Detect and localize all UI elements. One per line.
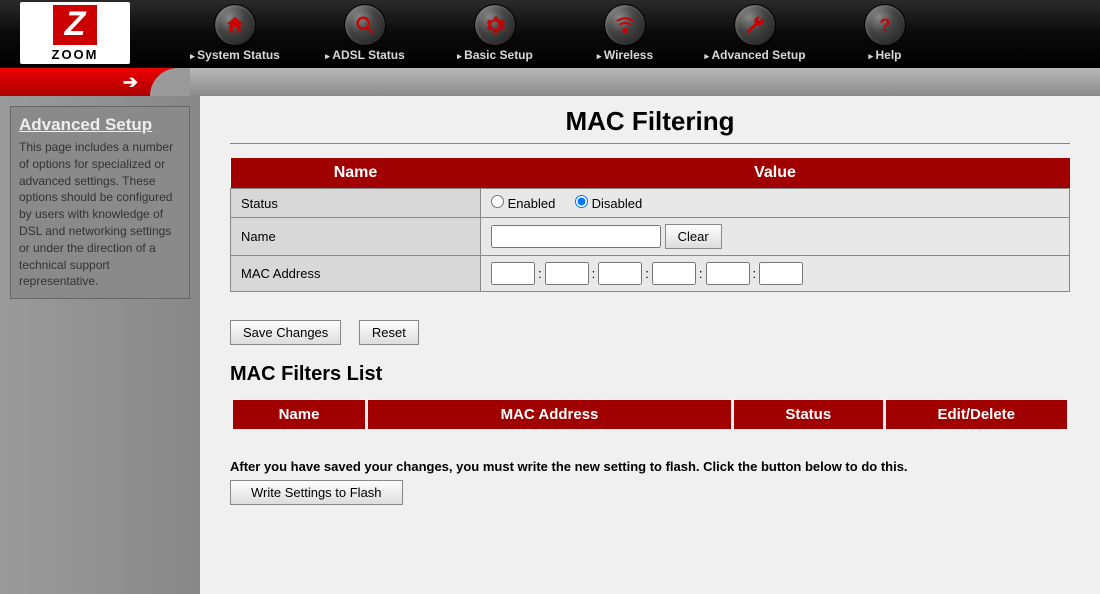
mac-seg-4[interactable] <box>652 262 696 285</box>
name-input[interactable] <box>491 225 661 248</box>
list-col-status: Status <box>734 400 883 429</box>
filters-list-table: Name MAC Address Status Edit/Delete <box>230 400 1070 429</box>
save-button[interactable]: Save Changes <box>230 320 341 345</box>
action-buttons: Save Changes Reset <box>230 320 1070 345</box>
status-radio-group: Enabled Disabled <box>481 189 1070 218</box>
sidebar: Advanced Setup This page includes a numb… <box>0 96 200 594</box>
gear-icon <box>474 4 516 46</box>
row-label-mac: MAC Address <box>231 256 481 292</box>
svg-text:?: ? <box>879 14 890 35</box>
name-cell: Clear <box>481 218 1070 256</box>
write-flash-button[interactable]: Write Settings to Flash <box>230 480 403 505</box>
config-table: Name Value Status Enabled Disabled Name … <box>230 158 1070 292</box>
status-disabled-option[interactable]: Disabled <box>575 196 642 211</box>
list-col-mac: MAC Address <box>368 400 731 429</box>
mac-seg-3[interactable] <box>598 262 642 285</box>
logo-text: ZOOM <box>52 47 99 62</box>
home-icon <box>214 4 256 46</box>
logo: Z ZOOM <box>20 2 130 64</box>
mac-seg-5[interactable] <box>706 262 750 285</box>
flash-instruction: After you have saved your changes, you m… <box>230 459 1070 474</box>
nav-basic-setup[interactable]: Basic Setup <box>430 4 560 62</box>
status-enabled-option[interactable]: Enabled <box>491 196 555 211</box>
mac-seg-2[interactable] <box>545 262 589 285</box>
status-disabled-radio[interactable] <box>575 195 588 208</box>
row-label-status: Status <box>231 189 481 218</box>
wrench-icon <box>734 4 776 46</box>
search-icon <box>344 4 386 46</box>
status-enabled-radio[interactable] <box>491 195 504 208</box>
list-col-name: Name <box>233 400 365 429</box>
nav-advanced-setup[interactable]: Advanced Setup <box>690 4 820 62</box>
help-icon: ? <box>864 4 906 46</box>
top-nav-bar: Z ZOOM System Status ADSL Status Basic S… <box>0 0 1100 68</box>
mac-seg-6[interactable] <box>759 262 803 285</box>
sidebar-description: This page includes a number of options f… <box>19 139 181 290</box>
sidebar-title: Advanced Setup <box>19 115 181 135</box>
nav-adsl-status[interactable]: ADSL Status <box>300 4 430 62</box>
wifi-icon <box>604 4 646 46</box>
nav-help[interactable]: ? Help <box>820 4 950 62</box>
filters-list-title: MAC Filters List <box>230 363 1070 386</box>
logo-z-icon: Z <box>53 5 97 45</box>
sidebar-info-box: Advanced Setup This page includes a numb… <box>10 106 190 299</box>
mac-seg-1[interactable] <box>491 262 535 285</box>
nav-label: Wireless <box>597 48 653 62</box>
mac-cell: ::::: <box>481 256 1070 292</box>
nav-label: System Status <box>190 48 280 62</box>
main-content: MAC Filtering Name Value Status Enabled … <box>200 96 1100 594</box>
reset-button[interactable]: Reset <box>359 320 419 345</box>
nav-items: System Status ADSL Status Basic Setup Wi… <box>170 4 950 62</box>
nav-label: Basic Setup <box>457 48 533 62</box>
row-label-name: Name <box>231 218 481 256</box>
ribbon-bar <box>0 68 1100 96</box>
arrow-right-icon <box>0 68 150 96</box>
nav-label: ADSL Status <box>325 48 405 62</box>
list-col-edit: Edit/Delete <box>886 400 1068 429</box>
page-title: MAC Filtering <box>230 106 1070 137</box>
nav-wireless[interactable]: Wireless <box>560 4 690 62</box>
divider <box>230 143 1070 144</box>
nav-label: Advanced Setup <box>704 48 805 62</box>
col-header-name: Name <box>231 158 481 189</box>
nav-label: Help <box>868 48 901 62</box>
col-header-value: Value <box>481 158 1070 189</box>
nav-system-status[interactable]: System Status <box>170 4 300 62</box>
clear-button[interactable]: Clear <box>665 224 722 249</box>
